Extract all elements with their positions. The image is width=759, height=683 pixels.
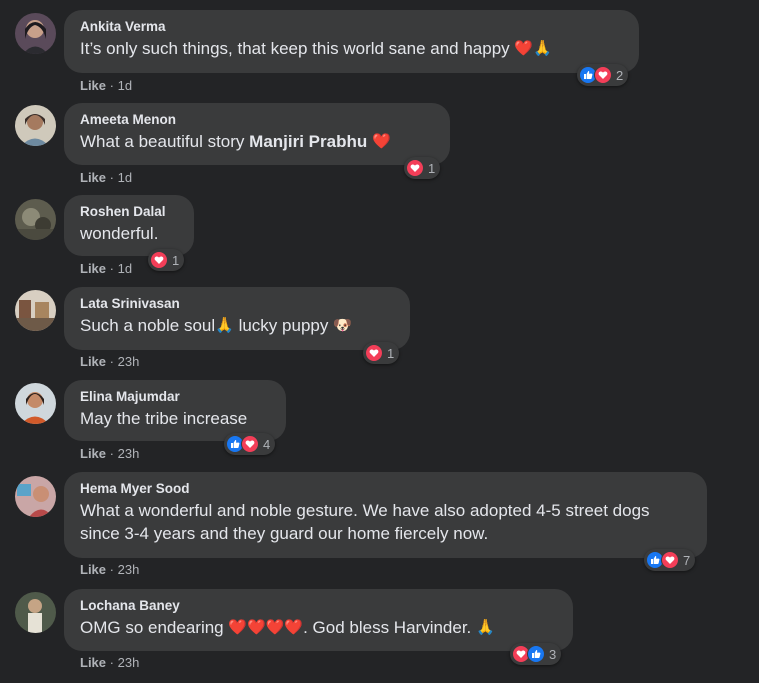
reaction-count: 2: [616, 67, 624, 83]
reaction-summary[interactable]: 1: [148, 249, 185, 271]
comment-text: OMG so endearing ❤️❤️❤️❤️. God bless Har…: [80, 616, 557, 639]
like-button[interactable]: Like: [80, 446, 106, 461]
comment-text-body: May the tribe increase: [80, 409, 248, 428]
love-icon: [594, 66, 612, 84]
comment-text: What a beautiful story Manjiri Prabhu ❤️: [80, 130, 434, 153]
love-icon: [406, 159, 424, 177]
hearts-emoji-icon: ❤️❤️❤️❤️: [228, 619, 304, 636]
comment-text-body: What a wonderful and noble gesture. We h…: [80, 501, 650, 543]
reaction-count: 7: [683, 552, 691, 568]
like-button[interactable]: Like: [80, 354, 106, 369]
comment-text-body: OMG so endearing: [80, 618, 224, 637]
like-button[interactable]: Like: [80, 78, 106, 93]
timestamp[interactable]: 1d: [118, 78, 132, 93]
avatar[interactable]: [15, 592, 56, 633]
reaction-summary[interactable]: 3: [510, 643, 562, 665]
comment-bubble: Lata Srinivasan Such a noble soul🙏 lucky…: [64, 287, 410, 350]
love-icon: [365, 344, 383, 362]
author-name[interactable]: Ankita Verma: [80, 19, 623, 34]
comment-meta: Like · 1d: [80, 78, 132, 93]
comment-meta: Like · 23h: [80, 655, 139, 670]
separator: ·: [109, 562, 114, 577]
timestamp[interactable]: 23h: [118, 354, 140, 369]
comment-text-body: What a beautiful story: [80, 132, 245, 151]
reaction-summary[interactable]: 4: [224, 433, 276, 455]
comment-bubble: Lochana Baney OMG so endearing ❤️❤️❤️❤️.…: [64, 589, 573, 651]
like-button[interactable]: Like: [80, 170, 106, 185]
avatar[interactable]: [15, 199, 56, 240]
heart-pray-emoji-icon: ❤️🙏: [514, 40, 552, 57]
like-icon: [527, 645, 545, 663]
avatar[interactable]: [15, 290, 56, 331]
separator: ·: [109, 446, 114, 461]
dog-emoji-icon: 🐶: [333, 317, 352, 334]
reaction-summary[interactable]: 7: [644, 549, 696, 571]
author-name[interactable]: Lochana Baney: [80, 598, 557, 613]
comment-meta: Like · 1d: [80, 261, 132, 276]
reaction-summary[interactable]: 1: [404, 157, 441, 179]
like-button[interactable]: Like: [80, 562, 106, 577]
comment-text-body: . God bless Harvinder.: [303, 618, 472, 637]
separator: ·: [109, 655, 114, 670]
author-name[interactable]: Ameeta Menon: [80, 112, 434, 127]
avatar[interactable]: [15, 13, 56, 54]
pray-emoji-icon: 🙏: [215, 317, 234, 334]
timestamp[interactable]: 23h: [118, 562, 140, 577]
timestamp[interactable]: 23h: [118, 446, 140, 461]
like-button[interactable]: Like: [80, 655, 106, 670]
comment-bubble: Roshen Dalal wonderful.: [64, 195, 194, 256]
comment-bubble: Hema Myer Sood What a wonderful and nobl…: [64, 472, 707, 558]
comment-text: wonderful.: [80, 222, 178, 245]
reaction-count: 3: [549, 646, 557, 662]
reaction-summary[interactable]: 1: [363, 342, 400, 364]
author-name[interactable]: Elina Majumdar: [80, 389, 270, 404]
love-icon: [661, 551, 679, 569]
reaction-count: 1: [428, 160, 436, 176]
comment-meta: Like · 1d: [80, 170, 132, 185]
avatar[interactable]: [15, 476, 56, 517]
author-name[interactable]: Lata Srinivasan: [80, 296, 394, 311]
comment-meta: Like · 23h: [80, 562, 139, 577]
comment-meta: Like · 23h: [80, 446, 139, 461]
separator: ·: [109, 354, 114, 369]
like-button[interactable]: Like: [80, 261, 106, 276]
author-name[interactable]: Hema Myer Sood: [80, 481, 691, 496]
reaction-count: 1: [387, 345, 395, 361]
timestamp[interactable]: 1d: [118, 170, 132, 185]
comment-bubble: Ameeta Menon What a beautiful story Manj…: [64, 103, 450, 165]
avatar[interactable]: [15, 105, 56, 146]
avatar[interactable]: [15, 383, 56, 424]
comment-text-body: Such a noble soul: [80, 316, 216, 335]
reaction-summary[interactable]: 2: [577, 64, 629, 86]
love-icon: [241, 435, 259, 453]
comment-text-body: lucky puppy: [238, 316, 329, 335]
comment-text: It’s only such things, that keep this wo…: [80, 37, 623, 60]
comment-text-body: It’s only such things, that keep this wo…: [80, 39, 510, 58]
separator: ·: [109, 261, 114, 276]
timestamp[interactable]: 1d: [118, 261, 132, 276]
timestamp[interactable]: 23h: [118, 655, 140, 670]
separator: ·: [109, 78, 114, 93]
author-name[interactable]: Roshen Dalal: [80, 204, 178, 219]
mention-link[interactable]: Manjiri Prabhu: [249, 132, 367, 151]
comment-text: What a wonderful and noble gesture. We h…: [80, 499, 691, 545]
heart-emoji-icon: ❤️: [371, 133, 391, 150]
comment-text: May the tribe increase: [80, 407, 270, 430]
reaction-count: 4: [263, 436, 271, 452]
comment-bubble: Elina Majumdar May the tribe increase: [64, 380, 286, 441]
separator: ·: [109, 170, 114, 185]
comment-text-body: wonderful.: [80, 224, 159, 243]
pray-emoji-icon: 🙏: [476, 619, 495, 636]
comment-bubble: Ankita Verma It’s only such things, that…: [64, 10, 639, 73]
comment-text: Such a noble soul🙏 lucky puppy 🐶: [80, 314, 394, 337]
love-icon: [150, 251, 168, 269]
reaction-count: 1: [172, 252, 180, 268]
comment-meta: Like · 23h: [80, 354, 139, 369]
